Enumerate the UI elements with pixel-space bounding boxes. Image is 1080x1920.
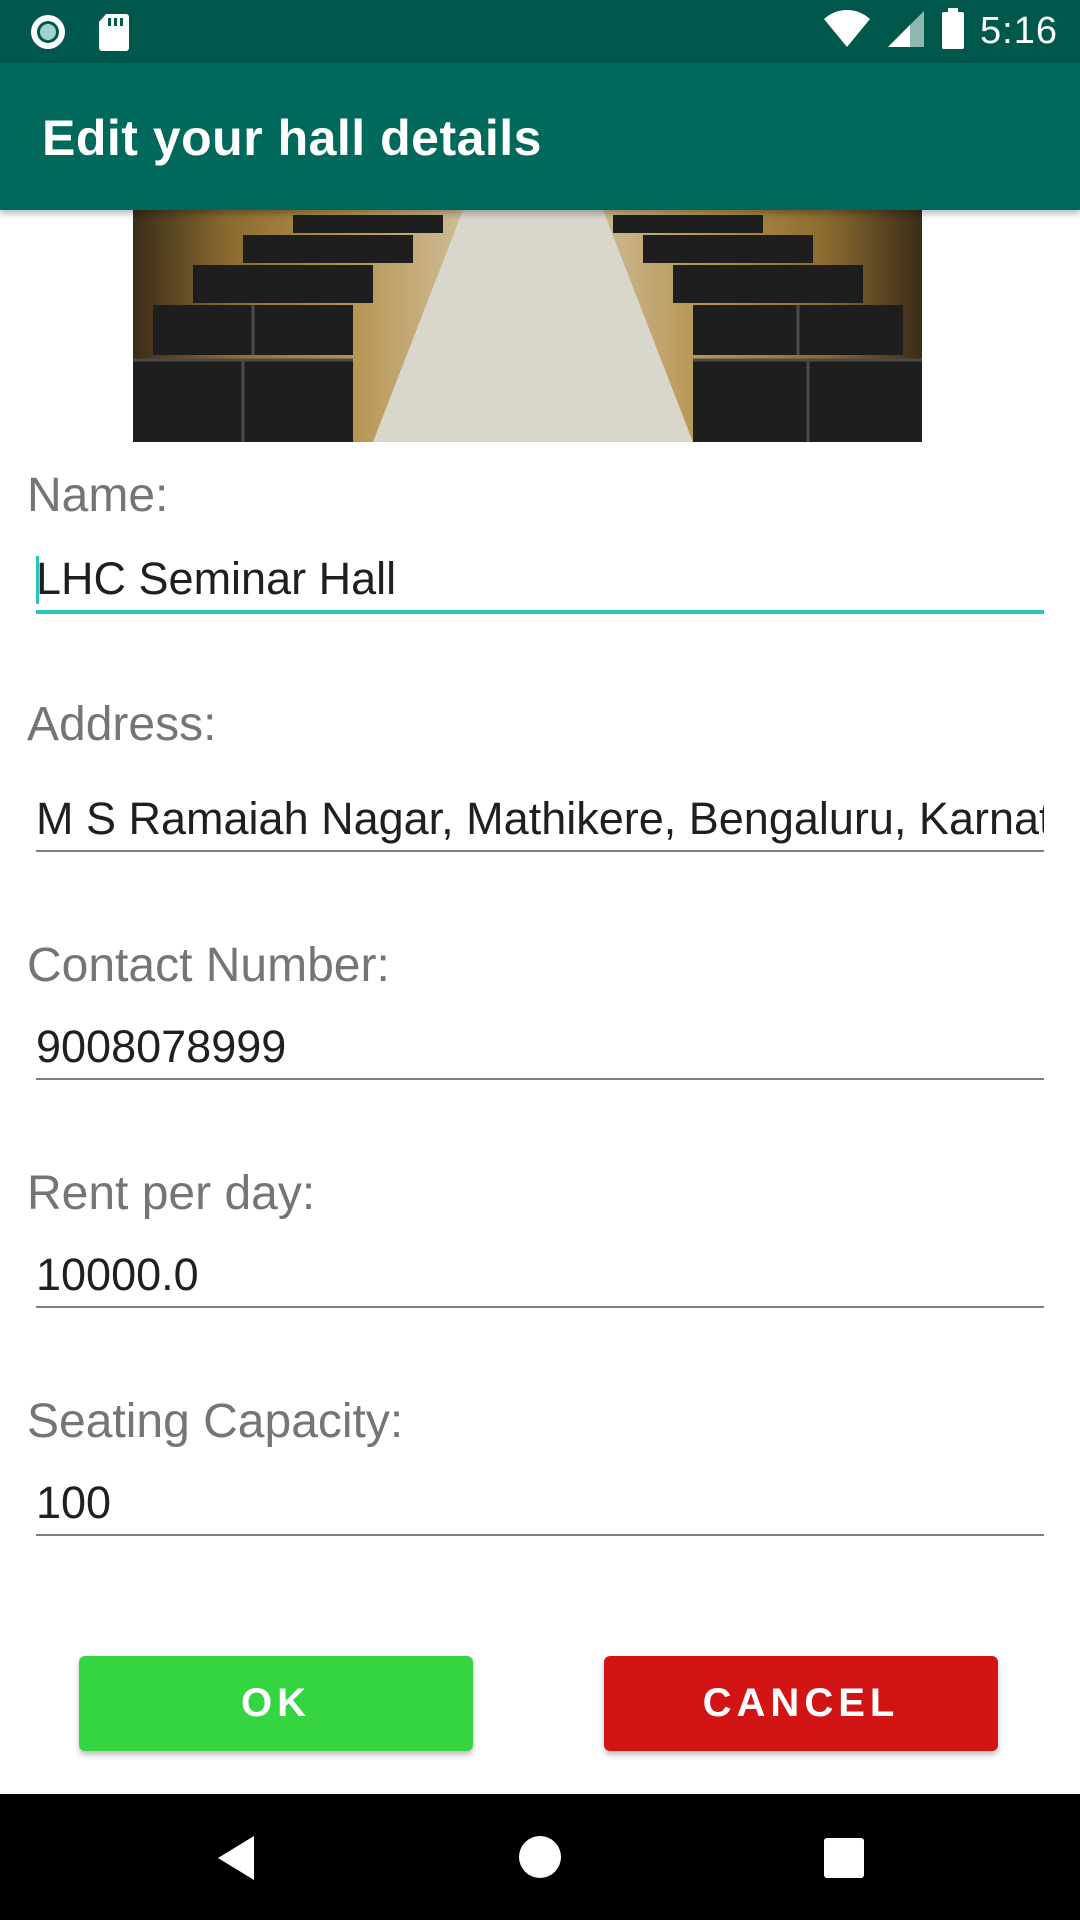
wifi-icon [822,9,872,54]
rent-label: Rent per day: [27,1167,316,1220]
address-value: M S Ramaiah Nagar, Mathikere, Bengaluru,… [36,793,1044,844]
navigation-bar [0,1794,1080,1920]
recents-icon[interactable] [824,1838,864,1883]
name-label: Name: [27,469,169,522]
cancel-button[interactable]: CANCEL [604,1656,998,1751]
ok-button[interactable]: OK [79,1656,473,1751]
app-bar: Edit your hall details [0,63,1080,210]
seating-capacity-field[interactable]: 100 [36,1472,1044,1536]
home-icon[interactable] [518,1835,562,1884]
cell-signal-icon [886,9,926,54]
contact-number-label: Contact Number: [27,939,390,992]
text-cursor [36,556,39,604]
seating-capacity-value: 100 [36,1477,112,1528]
seating-capacity-label: Seating Capacity: [27,1395,404,1448]
address-field[interactable]: M S Ramaiah Nagar, Mathikere, Bengaluru,… [36,788,1044,852]
circle-notification-icon [28,12,68,57]
page-title: Edit your hall details [42,110,542,166]
rent-value: 10000.0 [36,1249,199,1300]
sd-card-icon [98,12,130,57]
contact-number-field[interactable]: 9008078999 [36,1016,1044,1080]
contact-number-value: 9008078999 [36,1021,287,1072]
back-icon[interactable] [214,1834,258,1887]
name-value: LHC Seminar Hall [36,553,397,604]
rent-field[interactable]: 10000.0 [36,1244,1044,1308]
address-label: Address: [27,698,217,751]
clock: 5:16 [980,10,1058,52]
battery-icon [940,8,966,55]
name-field[interactable]: LHC Seminar Hall [36,548,1044,614]
hall-photo [133,210,922,442]
status-bar: 5:16 [0,0,1080,63]
